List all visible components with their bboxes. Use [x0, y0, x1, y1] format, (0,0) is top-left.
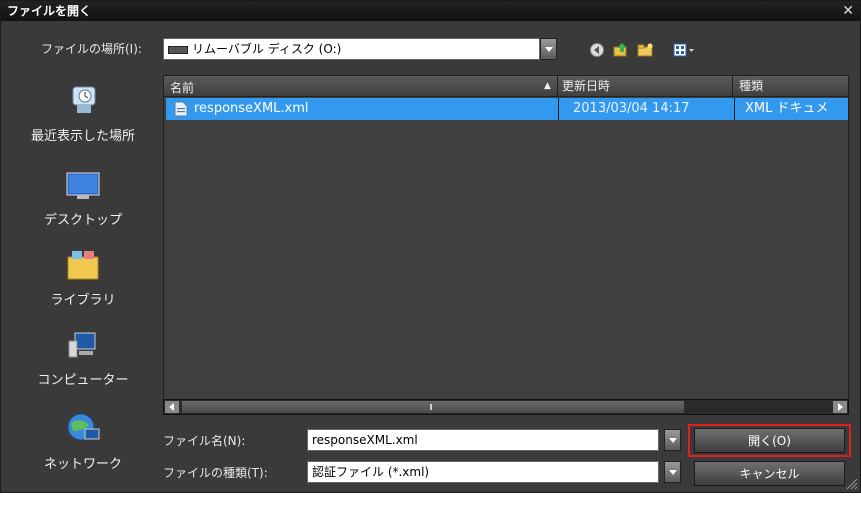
- file-type-cell: XML ドキュメ: [734, 98, 829, 120]
- libraries-icon: [67, 251, 99, 280]
- filename-input[interactable]: responseXML.xml: [307, 429, 659, 451]
- back-icon[interactable]: [589, 42, 605, 58]
- place-libraries[interactable]: ライブラリ: [17, 247, 149, 308]
- open-button[interactable]: 開く(O): [694, 428, 845, 453]
- filename-dropdown-button[interactable]: [664, 429, 681, 451]
- place-desktop[interactable]: デスクトップ: [17, 167, 149, 228]
- place-label-libraries: ライブラリ: [50, 293, 116, 308]
- scroll-right-button[interactable]: [833, 401, 847, 413]
- column-header-type[interactable]: 種類: [732, 76, 763, 96]
- computer-icon: [68, 332, 96, 358]
- recent-places-icon: [72, 86, 96, 113]
- horizontal-scrollbar[interactable]: [163, 399, 849, 415]
- place-label-network: ネットワーク: [43, 457, 122, 472]
- cancel-button[interactable]: キャンセル: [694, 461, 845, 486]
- file-name-cell: responseXML.xml: [194, 101, 309, 116]
- filetype-dropdown-button[interactable]: [664, 461, 681, 483]
- column-header-date[interactable]: 更新日時: [557, 76, 610, 96]
- sort-ascending-icon: ▲: [544, 81, 551, 91]
- new-folder-icon[interactable]: [637, 42, 653, 58]
- place-computer[interactable]: コンピューター: [17, 327, 149, 388]
- place-label-recent: 最近表示した場所: [30, 129, 135, 144]
- location-combo[interactable]: リムーバブル ディスク (O:): [163, 38, 540, 60]
- filetype-select[interactable]: 認証ファイル (*.xml): [307, 461, 659, 483]
- removable-disk-icon: [168, 45, 188, 54]
- place-label-computer: コンピューター: [37, 373, 129, 388]
- file-list[interactable]: 名前 ▲ 更新日時 種類 responseXML.xml 2013/03/04 …: [163, 75, 849, 415]
- place-network[interactable]: ネットワーク: [17, 411, 149, 472]
- view-menu-icon[interactable]: [673, 42, 695, 58]
- file-row[interactable]: responseXML.xml 2013/03/04 14:17 XML ドキュ…: [166, 98, 848, 120]
- close-icon[interactable]: ✕: [842, 1, 854, 21]
- dialog-title: ファイルを開く: [7, 4, 92, 18]
- up-folder-icon[interactable]: [613, 42, 629, 58]
- network-icon: [67, 413, 100, 441]
- desktop-icon: [66, 172, 100, 199]
- file-list-header: 名前 ▲ 更新日時 種類: [164, 76, 848, 97]
- open-file-dialog: ファイルを開く ✕ ファイルの場所(I): リムーバブル ディスク (O:) 最…: [0, 0, 861, 493]
- scroll-left-button[interactable]: [165, 401, 179, 413]
- place-label-desktop: デスクトップ: [43, 213, 122, 228]
- location-value: リムーバブル ディスク (O:): [192, 42, 342, 56]
- filetype-label: ファイルの種類(T):: [163, 466, 268, 480]
- location-dropdown-button[interactable]: [540, 38, 557, 60]
- file-date-cell: 2013/03/04 14:17: [558, 98, 690, 120]
- xml-file-icon: [174, 101, 188, 117]
- scroll-thumb[interactable]: [182, 401, 684, 413]
- filename-label: ファイル名(N):: [163, 434, 246, 448]
- location-label: ファイルの場所(I):: [41, 42, 142, 56]
- title-bar[interactable]: ファイルを開く ✕: [1, 1, 860, 21]
- place-recent[interactable]: 最近表示した場所: [17, 83, 149, 144]
- resize-grip-icon[interactable]: [844, 476, 858, 490]
- column-header-name[interactable]: 名前: [170, 79, 194, 96]
- places-bar: 最近表示した場所 デスクトップ ライブラリ コンピューター ネットワーク: [17, 75, 149, 495]
